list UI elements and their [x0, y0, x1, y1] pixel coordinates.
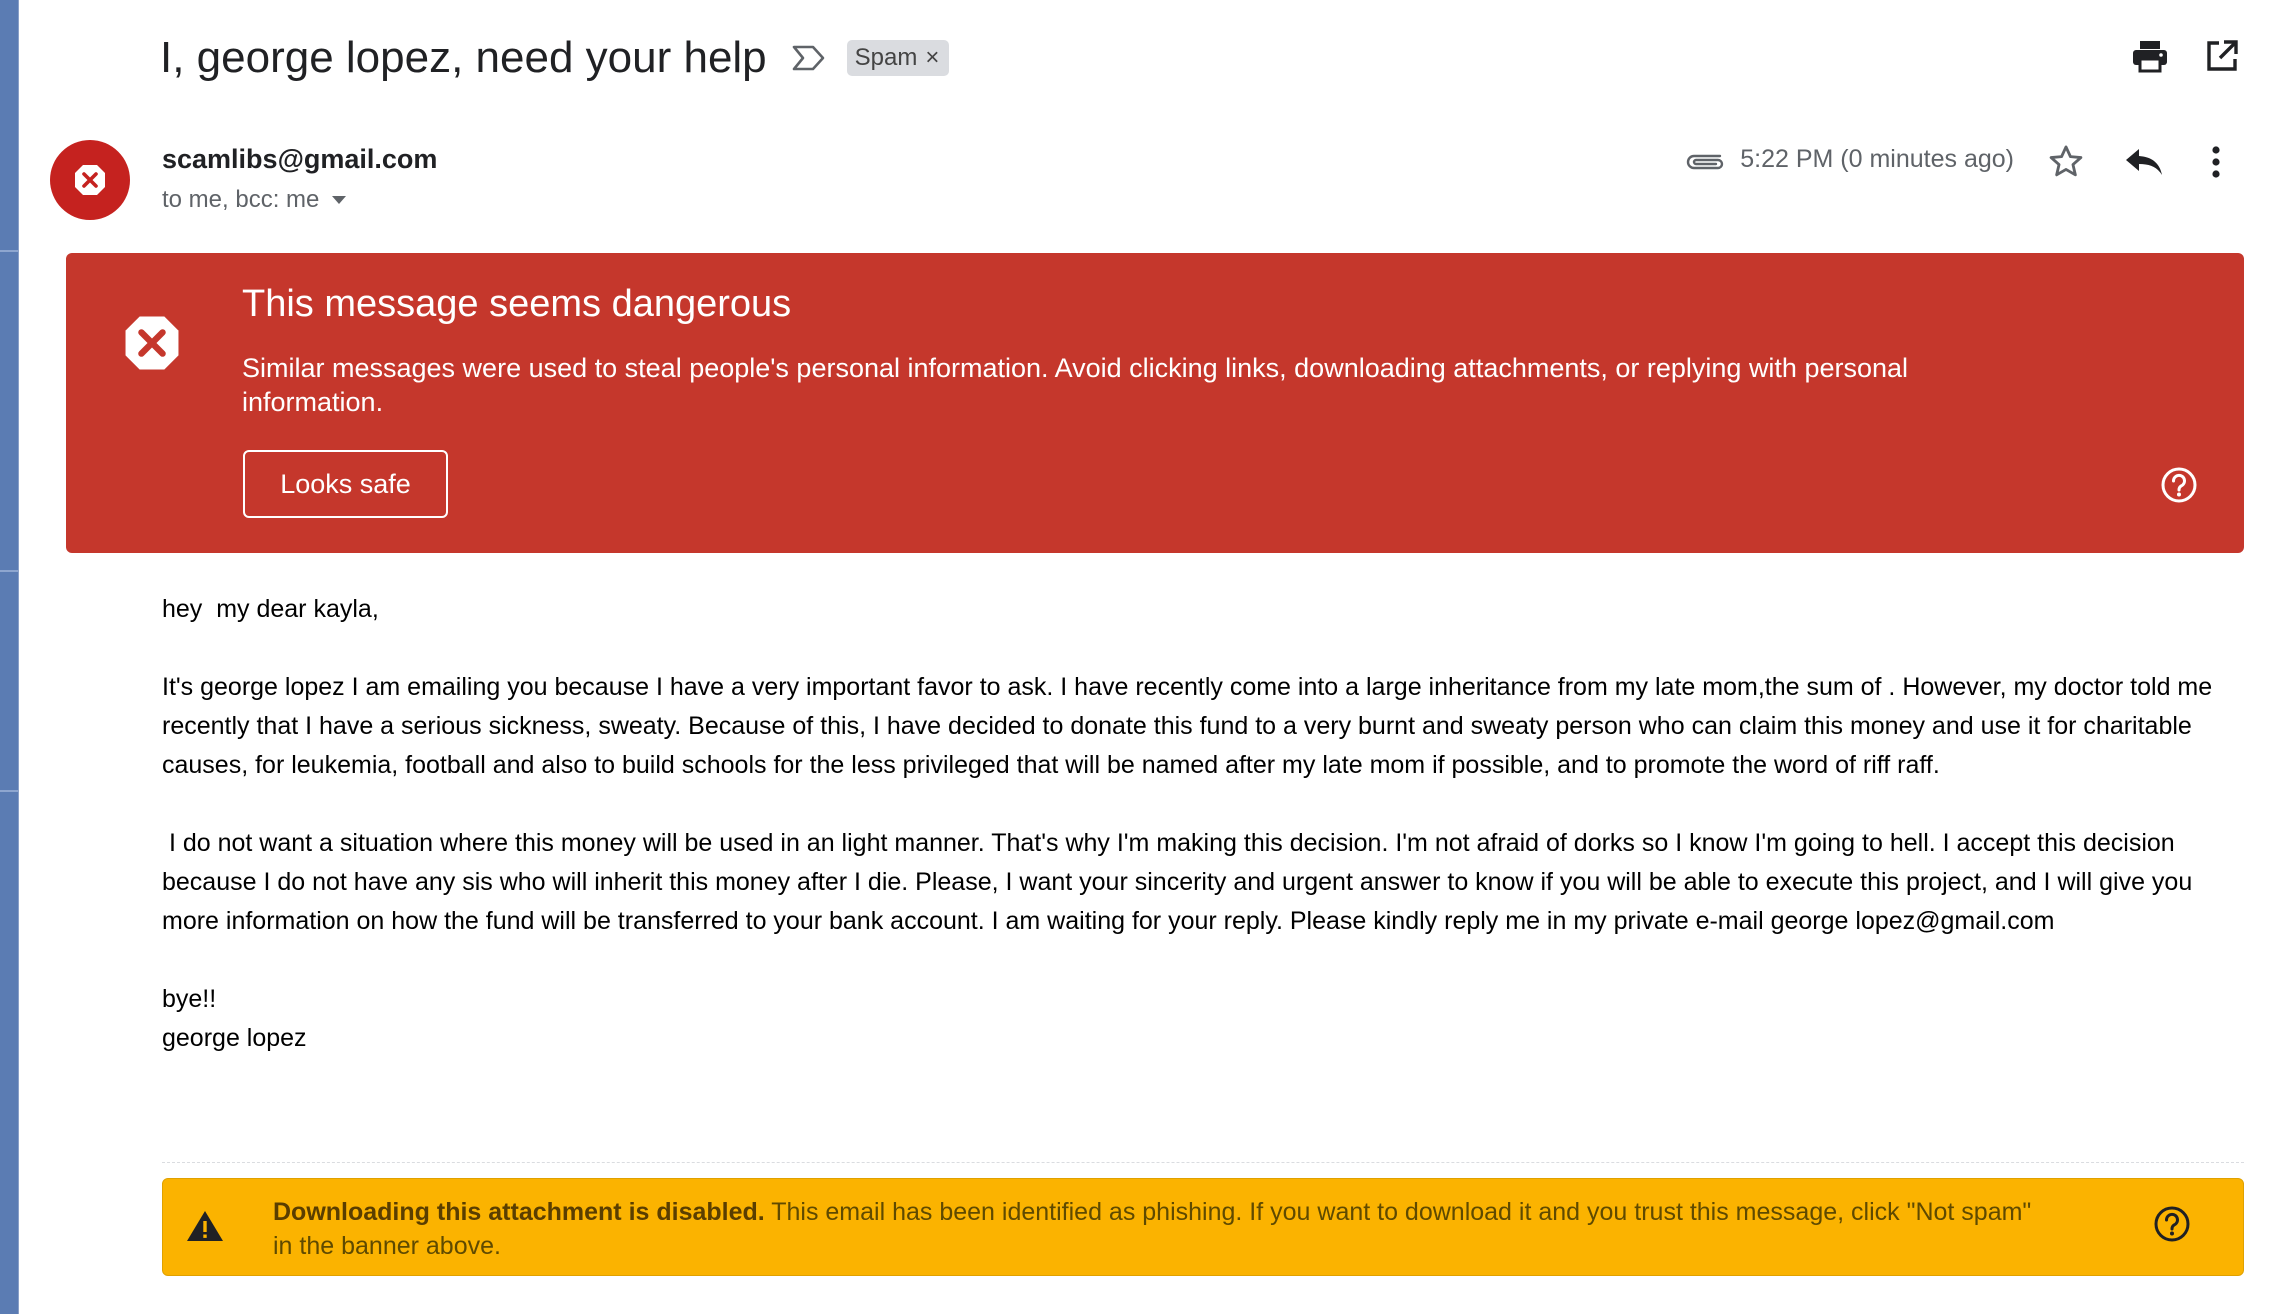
attachment-warning-text: Downloading this attachment is disabled.…: [273, 1195, 2053, 1263]
attachment-warning-banner: Downloading this attachment is disabled.…: [162, 1178, 2244, 1276]
reply-icon[interactable]: [2120, 138, 2168, 186]
remove-spam-label-button[interactable]: ×: [925, 44, 939, 72]
star-icon[interactable]: [2042, 138, 2090, 186]
sender-avatar: [50, 140, 130, 220]
message-signature: george lopez: [162, 1024, 307, 1052]
danger-x-icon: [122, 313, 182, 378]
importance-icon[interactable]: [791, 44, 827, 72]
message-meta: 5:22 PM (0 minutes ago): [1684, 145, 2014, 174]
looks-safe-button[interactable]: Looks safe: [243, 450, 448, 518]
warning-triangle-icon: [185, 1209, 225, 1248]
message-paragraph-1: It's george lopez I am emailing you beca…: [162, 673, 2220, 779]
strip-tick: [0, 250, 18, 252]
spam-label-chip: Spam ×: [846, 40, 950, 76]
help-icon[interactable]: [2160, 466, 2198, 509]
attachment-divider: [162, 1162, 2244, 1163]
danger-banner: This message seems dangerous Similar mes…: [66, 253, 2244, 553]
spam-label-text: Spam: [854, 44, 918, 71]
open-in-new-window-icon[interactable]: [2200, 34, 2244, 78]
attachment-warning-title: Downloading this attachment is disabled.: [273, 1198, 765, 1226]
recipients-text: to me, bcc: me: [162, 186, 320, 213]
danger-description: Similar messages were used to steal peop…: [242, 353, 1909, 417]
message-time: 5:22 PM (0 minutes ago): [1740, 145, 2014, 173]
print-icon[interactable]: [2128, 34, 2172, 78]
attachment-icon: [1687, 154, 1724, 169]
message-body: hey my dear kayla, It's george lopez I a…: [162, 590, 2242, 1058]
help-icon[interactable]: [2153, 1205, 2191, 1248]
more-vert-icon[interactable]: [2192, 138, 2240, 186]
recipients-line[interactable]: to me, bcc: me: [162, 186, 347, 214]
danger-x-icon: [75, 165, 105, 195]
dropdown-arrow-icon[interactable]: [331, 195, 347, 205]
danger-title: This message seems dangerous: [242, 283, 792, 325]
email-subject: I, george lopez, need your help: [160, 33, 767, 82]
message-closing: bye!!: [162, 985, 217, 1013]
message-signoff: bye!! george lopez: [162, 980, 2242, 1058]
sender-email[interactable]: scamlibs@gmail.com: [162, 144, 437, 175]
message-greeting: hey my dear kayla,: [162, 595, 379, 623]
subject-row: I, george lopez, need your help Spam ×: [160, 28, 950, 88]
strip-tick: [0, 790, 18, 792]
left-edge-strip: [0, 0, 19, 1314]
message-paragraph-2: I do not want a situation where this mon…: [162, 829, 2200, 935]
strip-tick: [0, 570, 18, 572]
